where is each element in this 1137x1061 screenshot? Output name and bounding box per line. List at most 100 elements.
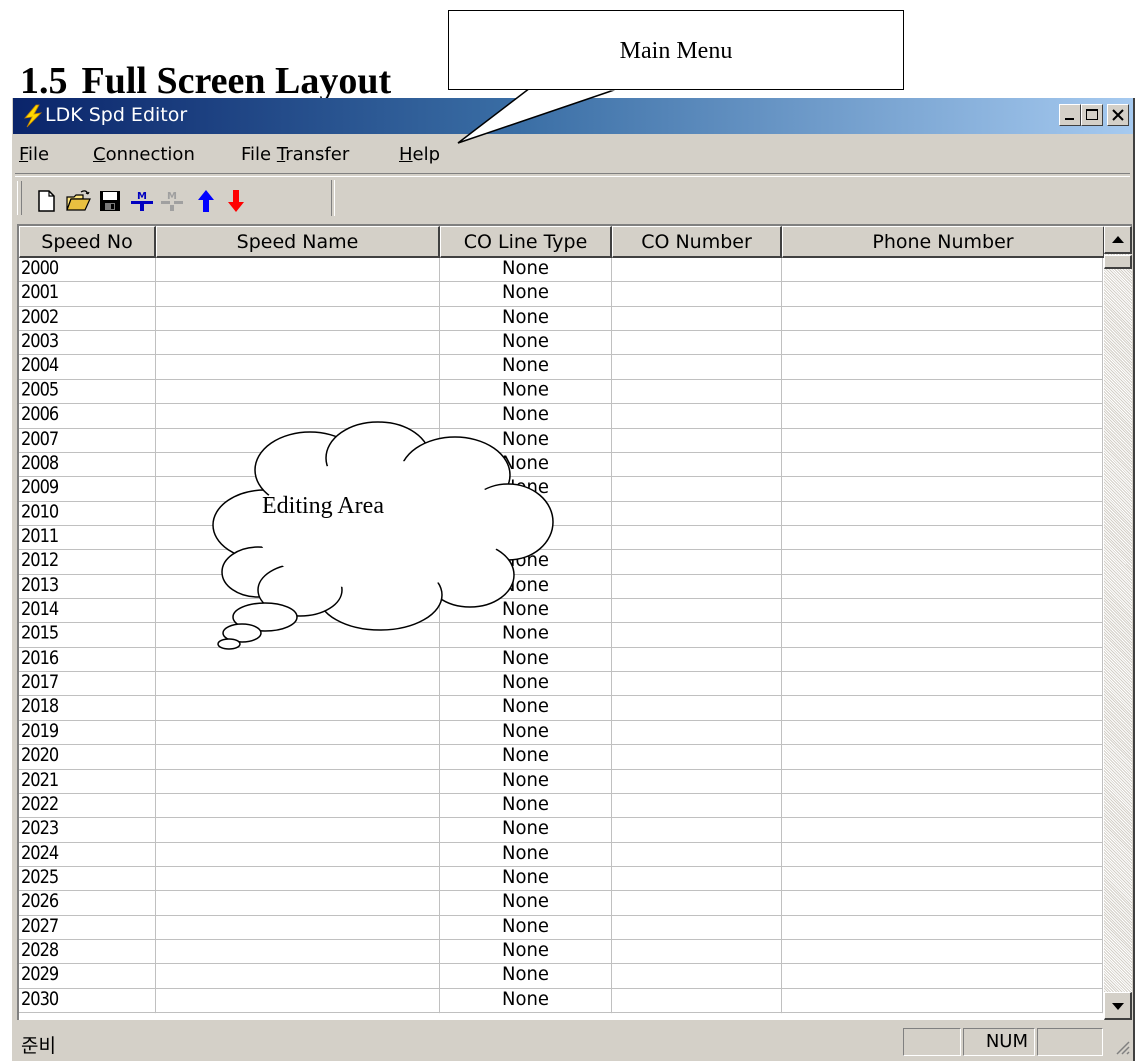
cell-speed-name[interactable] (156, 306, 440, 332)
cell-speed-no[interactable]: 2001 (19, 282, 156, 307)
cell-speed-no[interactable]: 2021 (19, 769, 156, 795)
cell-speed-no[interactable]: 2007 (19, 428, 156, 454)
cell-co-number[interactable] (612, 745, 782, 770)
cell-speed-no[interactable]: 2029 (19, 964, 156, 989)
cell-co-line-type[interactable]: None (440, 306, 612, 332)
table-row[interactable]: 2011 None (19, 525, 1103, 551)
cell-phone-number[interactable] (782, 331, 1103, 356)
cell-co-line-type[interactable]: None (440, 647, 612, 673)
cell-speed-name[interactable] (156, 696, 440, 721)
cell-phone-number[interactable] (782, 306, 1103, 332)
cell-co-number[interactable] (612, 915, 782, 941)
table-row[interactable]: 2030 None (19, 988, 1103, 1014)
table-row[interactable]: 2021 None (19, 769, 1103, 795)
table-row[interactable]: 2013 None (19, 574, 1103, 600)
table-row[interactable]: 2027 None (19, 915, 1103, 941)
cell-speed-name[interactable] (156, 647, 440, 673)
close-button[interactable] (1107, 104, 1129, 126)
cell-speed-name[interactable] (156, 720, 440, 746)
cell-speed-no[interactable]: 2030 (19, 988, 156, 1014)
cell-co-number[interactable] (612, 501, 782, 527)
cell-phone-number[interactable] (782, 501, 1103, 527)
table-row[interactable]: 2028 None (19, 940, 1103, 965)
cell-co-line-type[interactable]: None (440, 988, 612, 1014)
cell-speed-no[interactable]: 2008 (19, 452, 156, 478)
cell-phone-number[interactable] (782, 769, 1103, 795)
cell-speed-name[interactable] (156, 891, 440, 916)
cell-co-line-type[interactable]: None (440, 331, 612, 356)
cell-speed-name[interactable] (156, 525, 440, 551)
cell-phone-number[interactable] (782, 599, 1103, 624)
cell-phone-number[interactable] (782, 891, 1103, 916)
cell-phone-number[interactable] (782, 379, 1103, 405)
table-row[interactable]: 2018 None (19, 696, 1103, 721)
table-row[interactable]: 2008 None (19, 452, 1103, 478)
cell-speed-name[interactable] (156, 818, 440, 843)
cell-phone-number[interactable] (782, 988, 1103, 1014)
disconnect-button[interactable]: M (159, 188, 185, 214)
cell-speed-name[interactable] (156, 672, 440, 697)
table-row[interactable]: 2000 None (19, 258, 1103, 283)
cell-speed-no[interactable]: 2003 (19, 331, 156, 356)
cell-speed-name[interactable] (156, 599, 440, 624)
cell-co-line-type[interactable]: None (440, 672, 612, 697)
cell-speed-name[interactable] (156, 379, 440, 405)
title-bar[interactable]: LDK Spd Editor (13, 98, 1133, 134)
cell-co-line-type[interactable]: None (440, 769, 612, 795)
cell-co-number[interactable] (612, 647, 782, 673)
scroll-down-button[interactable] (1104, 992, 1132, 1020)
cell-co-line-type[interactable]: None (440, 940, 612, 965)
cell-co-number[interactable] (612, 891, 782, 916)
header-co-line-type[interactable]: CO Line Type (440, 226, 612, 258)
header-co-number[interactable]: CO Number (612, 226, 782, 258)
cell-speed-name[interactable] (156, 769, 440, 795)
maximize-button[interactable] (1081, 104, 1103, 126)
menu-file[interactable]: File (19, 144, 49, 165)
cell-co-line-type[interactable]: None (440, 793, 612, 819)
cell-co-line-type[interactable]: None (440, 282, 612, 307)
table-row[interactable]: 2017 None (19, 672, 1103, 697)
cell-speed-no[interactable]: 2017 (19, 672, 156, 697)
cell-co-line-type[interactable]: None (440, 745, 612, 770)
cell-speed-no[interactable]: 2005 (19, 379, 156, 405)
scroll-up-button[interactable] (1104, 226, 1132, 254)
connect-button[interactable]: M (129, 188, 155, 214)
cell-co-number[interactable] (612, 964, 782, 989)
cell-phone-number[interactable] (782, 793, 1103, 819)
cell-phone-number[interactable] (782, 745, 1103, 770)
cell-co-number[interactable] (612, 988, 782, 1014)
cell-co-number[interactable] (612, 574, 782, 600)
cell-speed-no[interactable]: 2025 (19, 866, 156, 892)
cell-phone-number[interactable] (782, 404, 1103, 429)
cell-speed-no[interactable]: 2000 (19, 258, 156, 283)
cell-phone-number[interactable] (782, 574, 1103, 600)
cell-speed-no[interactable]: 2026 (19, 891, 156, 916)
cell-co-number[interactable] (612, 818, 782, 843)
cell-co-line-type[interactable]: None (440, 574, 612, 600)
cell-speed-name[interactable] (156, 258, 440, 283)
cell-phone-number[interactable] (782, 623, 1103, 648)
menu-help[interactable]: Help (399, 144, 440, 165)
cell-co-number[interactable] (612, 355, 782, 380)
cell-co-number[interactable] (612, 940, 782, 965)
cell-co-line-type[interactable]: None (440, 599, 612, 624)
table-row[interactable]: 2010 None (19, 501, 1103, 527)
cell-speed-name[interactable] (156, 964, 440, 989)
cell-speed-no[interactable]: 2015 (19, 623, 156, 648)
cell-speed-no[interactable]: 2004 (19, 355, 156, 380)
cell-speed-no[interactable]: 2016 (19, 647, 156, 673)
cell-co-number[interactable] (612, 866, 782, 892)
cell-speed-no[interactable]: 2019 (19, 720, 156, 746)
cell-phone-number[interactable] (782, 525, 1103, 551)
cell-co-line-type[interactable]: None (440, 842, 612, 868)
cell-speed-name[interactable] (156, 793, 440, 819)
cell-speed-name[interactable] (156, 404, 440, 429)
cell-co-line-type[interactable]: None (440, 355, 612, 380)
table-row[interactable]: 2002 None (19, 306, 1103, 332)
cell-speed-name[interactable] (156, 282, 440, 307)
cell-speed-name[interactable] (156, 866, 440, 892)
cell-co-number[interactable] (612, 525, 782, 551)
cell-co-number[interactable] (612, 306, 782, 332)
table-row[interactable]: 2026 None (19, 891, 1103, 916)
cell-speed-name[interactable] (156, 842, 440, 868)
